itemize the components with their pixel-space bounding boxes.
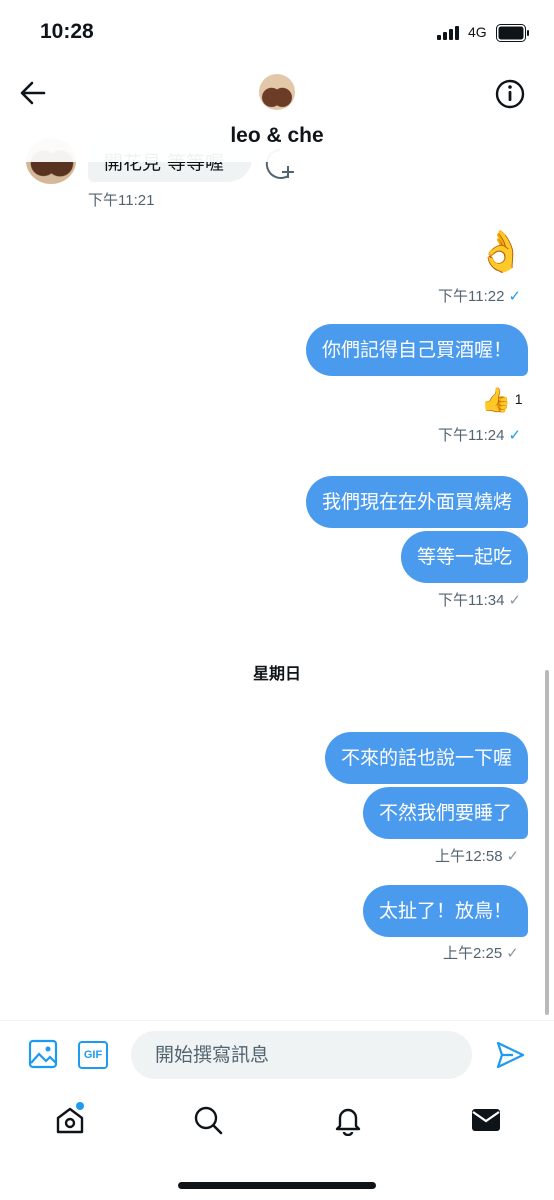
reaction-badge[interactable]: 👍 1 — [481, 386, 523, 415]
read-check-icon: ✓ — [508, 288, 522, 305]
message-time: 下午11:24 — [438, 427, 505, 444]
send-icon[interactable] — [494, 1039, 526, 1071]
gif-icon[interactable]: GIF — [78, 1041, 108, 1069]
info-icon[interactable] — [494, 78, 526, 110]
message-time: 下午11:21 — [88, 192, 155, 209]
signal-icon — [437, 26, 459, 40]
sent-check-icon: ✓ — [506, 945, 519, 962]
sent-message[interactable]: 我們現在在外面買燒烤 — [305, 476, 528, 528]
sent-message[interactable]: 太扯了！放鳥！ — [362, 885, 528, 937]
bell-icon[interactable] — [332, 1104, 364, 1136]
sent-message[interactable]: 不來的話也說一下喔 — [324, 732, 528, 784]
sent-message[interactable]: 你們記得自己買酒喔！ — [305, 324, 528, 376]
home-indicator — [178, 1182, 376, 1189]
arrow-left-icon[interactable] — [18, 78, 48, 108]
message-time: 下午11:22 — [438, 288, 505, 305]
day-divider: 星期日 — [252, 664, 301, 683]
sent-check-icon: ✓ — [506, 848, 520, 865]
sent-check-icon: ✓ — [508, 592, 522, 609]
notification-dot — [76, 1102, 84, 1110]
sent-emoji-message[interactable]: 👌 — [476, 228, 526, 276]
bottom-tab-bar — [0, 1090, 554, 1200]
message-composer: GIF 開始撰寫訊息 — [0, 1020, 554, 1090]
message-input[interactable]: 開始撰寫訊息 — [131, 1031, 472, 1079]
status-bar: 10:28 4G — [0, 0, 554, 62]
sent-message[interactable]: 等等一起吃 — [400, 531, 528, 583]
message-time: 上午2:25 — [443, 945, 503, 962]
message-meta: 下午11:22 ✓ — [438, 285, 521, 306]
battery-icon — [496, 24, 529, 42]
status-time: 10:28 — [40, 20, 94, 43]
message-meta: 上午12:58 ✓ — [435, 845, 519, 866]
read-check-icon: ✓ — [508, 427, 522, 444]
scrollbar[interactable] — [545, 670, 549, 1015]
mail-icon[interactable] — [470, 1104, 502, 1136]
message-time: 下午11:34 — [438, 592, 505, 609]
search-icon[interactable] — [192, 1104, 224, 1136]
conversation-header: leo & che — [0, 62, 554, 162]
network-type: 4G — [468, 24, 487, 40]
thumbs-up-icon: 👍 — [481, 387, 511, 414]
message-time: 上午12:58 — [435, 848, 503, 865]
image-icon[interactable] — [28, 1039, 58, 1069]
sent-message[interactable]: 不然我們要睡了 — [362, 787, 528, 839]
conversation-avatar[interactable] — [259, 74, 295, 110]
message-meta: 下午11:24 ✓ — [438, 424, 521, 445]
conversation-title[interactable]: leo & che — [0, 124, 554, 148]
message-meta: 下午11:34 ✓ — [438, 589, 521, 610]
message-meta: 上午2:25 ✓ — [443, 942, 519, 963]
reaction-count: 1 — [514, 391, 523, 408]
